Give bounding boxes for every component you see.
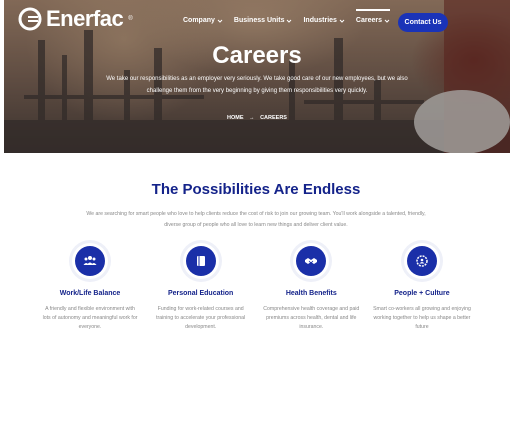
nav-item-company[interactable]: Company [183,17,223,24]
feature-health-benefits: Health Benefits Comprehensive health cov… [261,243,361,332]
section-title: The Possibilities Are Endless [151,181,361,198]
nav-item-label: Industries [303,17,337,24]
page-title: Careers [212,42,302,69]
feature-icon-circle [403,243,440,279]
breadcrumb-home-link[interactable]: HOME [227,115,244,121]
book-icon [196,256,205,266]
contact-us-button[interactable]: Contact Us [398,13,448,32]
hero-description: We take our responsibilities as an emplo… [106,76,408,94]
chevron-down-icon [217,19,223,23]
feature-title: Personal Education [167,290,234,297]
chevron-down-icon [384,19,390,23]
nav-item-careers[interactable]: Careers [355,9,391,24]
feature-description: Funding for work-related courses and tra… [156,306,246,330]
hero-banner: Enerfac ® Company Business Units Industri… [4,0,510,153]
breadcrumb: HOME → CAREERS [4,115,510,121]
enerfac-logo-mark-icon [18,7,42,31]
main-nav: Company Business Units Industries Career… [183,9,391,24]
brand-registered-mark: ® [128,16,133,22]
enerfac-logo[interactable]: Enerfac ® [18,6,133,32]
gear-people-icon [416,255,428,267]
handshake-icon [305,258,318,264]
feature-icon-circle [72,243,108,279]
people-icon [83,256,97,265]
nav-item-business-units[interactable]: Business Units [234,17,293,24]
feature-icon-circle [182,243,219,279]
features-row: Work/Life Balance A friendly and flexibl… [40,243,472,332]
feature-title: Health Benefits [285,290,337,297]
nav-item-label: Careers [355,17,382,24]
feature-description: Smart co-workers all growing and enjoyin… [373,306,471,330]
section-intro: We are searching for smart people who lo… [86,211,426,228]
nav-item-label: Business Units [233,17,285,24]
chevron-down-icon [287,19,292,23]
feature-icon-circle [293,243,330,279]
feature-work-life-balance: Work/Life Balance A friendly and flexibl… [40,243,140,332]
breadcrumb-current: CAREERS [260,115,287,121]
feature-title: Work/Life Balance [59,290,121,297]
brand-name: Enerfac [46,6,124,31]
feature-personal-education: Personal Education Funding for work-rela… [151,243,251,332]
feature-title: People + Culture [394,290,450,297]
nav-item-label: Company [182,17,215,24]
feature-description: A friendly and flexible environment with… [42,306,138,330]
nav-item-industries[interactable]: Industries [303,17,345,24]
feature-description: Comprehensive health coverage and paid p… [263,306,360,330]
chevron-down-icon [339,19,345,23]
feature-people-culture: People + Culture Smart co-workers all gr… [372,243,472,332]
breadcrumb-separator: → [249,115,255,121]
